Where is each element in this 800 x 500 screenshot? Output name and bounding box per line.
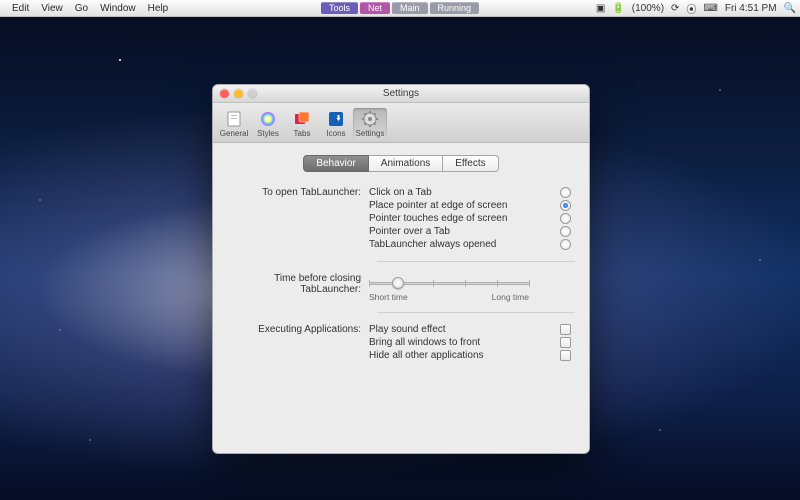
toolbar-icons[interactable]: Icons	[319, 108, 353, 139]
pill-running[interactable]: Running	[430, 2, 480, 14]
close-delay-slider[interactable]	[369, 276, 529, 290]
gear-icon	[360, 109, 380, 129]
menubar: Edit View Go Window Help Tools Net Main …	[0, 0, 800, 17]
radio-open-0[interactable]	[560, 187, 571, 198]
tab-animations[interactable]: Animations	[369, 155, 443, 172]
clock-label[interactable]: Fri 4:51 PM	[725, 3, 777, 14]
menu-edit[interactable]: Edit	[6, 3, 35, 14]
toolbar-label: Tabs	[294, 129, 311, 138]
checkbox-hide-others[interactable]	[560, 350, 571, 361]
toolbar-general[interactable]: General	[217, 108, 251, 139]
toolbar-settings[interactable]: Settings	[353, 108, 387, 139]
close-section: Time before closing TabLauncher: Short t…	[227, 272, 575, 302]
menubar-center-tabs: Tools Net Main Running	[321, 2, 479, 14]
radio-open-3[interactable]	[560, 226, 571, 237]
radio-open-4[interactable]	[560, 239, 571, 250]
general-icon	[224, 109, 244, 129]
checkbox-bring-front[interactable]	[560, 337, 571, 348]
icons-icon	[326, 109, 346, 129]
battery-label: (100%)	[632, 3, 664, 14]
battery-icon[interactable]: 🔋	[612, 3, 624, 14]
pill-main[interactable]: Main	[392, 2, 428, 14]
toolbar-label: Styles	[257, 129, 279, 138]
slider-label-long: Long time	[492, 292, 529, 302]
menubar-right: ▣ 🔋 (100%) ⟳ ⦿ ⌨ Fri 4:51 PM 🔍	[596, 1, 796, 16]
pill-net[interactable]: Net	[360, 2, 390, 14]
exec-opt-1: Bring all windows to front	[369, 337, 480, 348]
tab-behavior[interactable]: Behavior	[303, 155, 368, 172]
settings-window: Settings General Styles Tabs Icons Setti…	[212, 84, 590, 454]
open-opt-4: TabLauncher always opened	[369, 239, 496, 250]
styles-icon	[258, 109, 278, 129]
toolbar-styles[interactable]: Styles	[251, 108, 285, 139]
exec-label: Executing Applications:	[227, 323, 369, 335]
tab-switcher: Behavior Animations Effects	[227, 155, 575, 172]
pill-tools[interactable]: Tools	[321, 2, 358, 14]
spotlight-icon[interactable]: 🔍	[784, 3, 796, 14]
radio-open-1[interactable]	[560, 200, 571, 211]
tab-effects[interactable]: Effects	[443, 155, 498, 172]
open-opt-0: Click on a Tab	[369, 187, 432, 198]
tabs-icon	[292, 109, 312, 129]
settings-body: Behavior Animations Effects To open TabL…	[213, 143, 589, 379]
close-label: Time before closing TabLauncher:	[227, 272, 369, 295]
open-opt-2: Pointer touches edge of screen	[369, 213, 507, 224]
toolbar-label: Settings	[356, 129, 385, 138]
toolbar: General Styles Tabs Icons Settings	[213, 103, 589, 143]
separator	[377, 261, 575, 262]
window-title: Settings	[213, 88, 589, 99]
toolbar-tabs[interactable]: Tabs	[285, 108, 319, 139]
radio-open-2[interactable]	[560, 213, 571, 224]
open-opt-3: Pointer over a Tab	[369, 226, 450, 237]
menu-help[interactable]: Help	[142, 3, 175, 14]
open-opt-1: Place pointer at edge of screen	[369, 200, 507, 211]
keyboard-icon[interactable]: ⌨	[703, 3, 717, 14]
wifi-icon[interactable]: ⦿	[686, 1, 696, 16]
toolbar-label: General	[220, 129, 248, 138]
sync-icon[interactable]: ⟳	[671, 3, 679, 14]
checkbox-sound[interactable]	[560, 324, 571, 335]
separator	[377, 312, 575, 313]
slider-knob[interactable]	[392, 277, 404, 289]
open-section: To open TabLauncher: Click on a Tab Plac…	[227, 186, 575, 251]
exec-section: Executing Applications: Play sound effec…	[227, 323, 575, 362]
dropbox-icon[interactable]: ▣	[596, 3, 605, 14]
open-label: To open TabLauncher:	[227, 186, 369, 198]
menu-go[interactable]: Go	[69, 3, 94, 14]
slider-label-short: Short time	[369, 292, 408, 302]
exec-opt-2: Hide all other applications	[369, 350, 484, 361]
menu-window[interactable]: Window	[94, 3, 142, 14]
exec-opt-0: Play sound effect	[369, 324, 446, 335]
toolbar-label: Icons	[326, 129, 345, 138]
titlebar[interactable]: Settings	[213, 85, 589, 103]
menu-view[interactable]: View	[35, 3, 69, 14]
